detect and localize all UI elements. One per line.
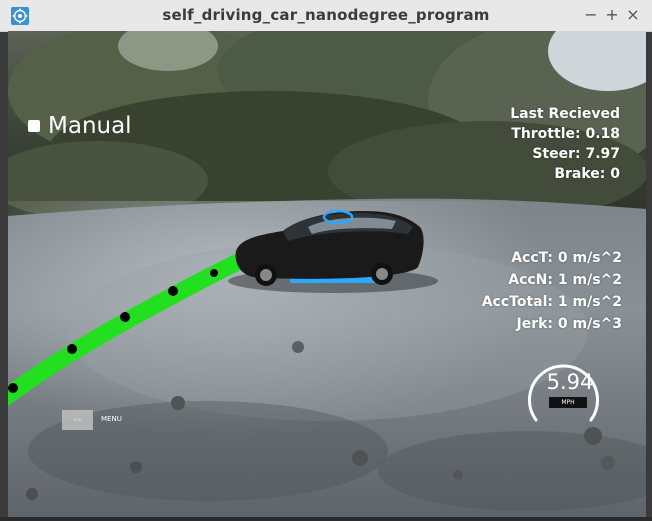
close-button[interactable]: × [623, 4, 643, 26]
window-title: self_driving_car_nanodegree_program [162, 6, 490, 24]
esc-menu-button[interactable]: esc [62, 410, 93, 430]
waypoint [210, 269, 218, 277]
throttle-readout: Throttle: 0.18 [511, 126, 620, 142]
telemetry-panel: Last Recieved Throttle: 0.18 Steer: 7.97… [510, 104, 620, 184]
waypoint [120, 312, 130, 322]
speed-value: 5.94 [546, 370, 594, 394]
waypoint [67, 344, 77, 354]
brake-readout: Brake: 0 [554, 166, 620, 182]
simulator-window: self_driving_car_nanodegree_program − + … [0, 0, 652, 521]
acc-total-readout: AccTotal: 1 m/s^2 [481, 294, 622, 310]
jerk-readout: Jerk: 0 m/s^3 [516, 316, 622, 332]
manual-label: Manual [48, 113, 132, 139]
menu-label: MENU [101, 415, 122, 423]
steer-readout: Steer: 7.97 [532, 146, 620, 162]
waypoint [168, 286, 178, 296]
title-bar: self_driving_car_nanodegree_program − + … [0, 0, 652, 32]
acceleration-panel: AccT: 0 m/s^2 AccN: 1 m/s^2 AccTotal: 1 … [482, 247, 622, 335]
minimize-button[interactable]: − [581, 4, 601, 26]
simulator-viewport: Manual Last Recieved Throttle: 0.18 Stee… [8, 31, 646, 517]
acc-n-readout: AccN: 1 m/s^2 [508, 272, 622, 288]
manual-checkbox[interactable] [28, 120, 40, 132]
window-bottom-edge [0, 517, 652, 521]
telemetry-header: Last Recieved [510, 106, 620, 122]
manual-toggle[interactable]: Manual [28, 113, 132, 139]
waypoint [8, 383, 18, 393]
maximize-button[interactable]: + [602, 4, 622, 26]
speed-unit: MPH [549, 397, 587, 408]
acc-t-readout: AccT: 0 m/s^2 [511, 250, 622, 266]
